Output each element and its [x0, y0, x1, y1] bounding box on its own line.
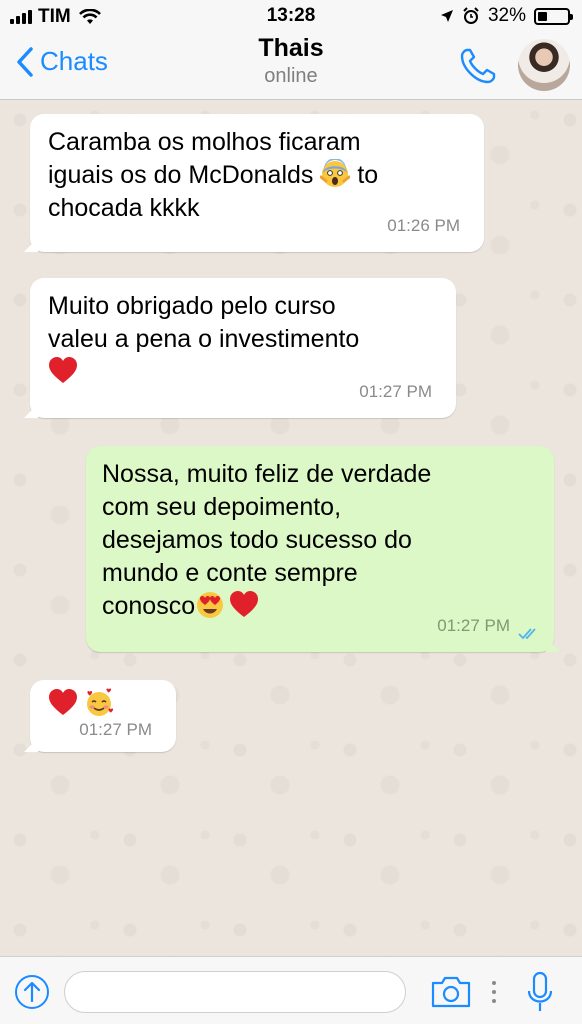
message-bubble-outgoing[interactable]: Nossa, muito feliz de verdade com seu de…: [86, 446, 560, 652]
composer-bar: [0, 956, 582, 1024]
message-time: 01:27 PM: [359, 382, 432, 401]
message-line: mundo e conte sempre: [102, 559, 358, 587]
double-check-icon: [518, 628, 536, 640]
message-line-with-emoji: iguais os do McDonalds to: [48, 159, 466, 192]
message-line: Nossa, muito feliz de verdade: [102, 460, 432, 488]
bubble-tail: [24, 238, 38, 252]
message-inline-text: to: [357, 161, 379, 189]
red-heart-emoji: [49, 689, 77, 715]
phone-icon[interactable]: [458, 46, 498, 86]
message-list[interactable]: Caramba os molhos ficaram iguais os do M…: [0, 100, 582, 956]
avatar[interactable]: [518, 39, 570, 91]
battery-fill: [538, 11, 547, 21]
message-time: 01:27 PM: [79, 720, 152, 739]
heart-eyes-emoji: [197, 592, 224, 618]
message-time: 01:26 PM: [387, 216, 460, 235]
message-time: 01:27 PM: [437, 616, 510, 635]
bubble-tail: [24, 404, 38, 418]
screaming-face-emoji: [320, 159, 351, 187]
message-bubble-incoming[interactable]: Muito obrigado pelo curso valeu a pena o…: [24, 278, 456, 418]
message-bubble-incoming[interactable]: Caramba os molhos ficaram iguais os do M…: [24, 114, 484, 252]
location-icon: [440, 10, 453, 22]
message-line: valeu a pena o investimento: [48, 325, 360, 353]
message-input[interactable]: [64, 971, 406, 1013]
red-heart-emoji: [230, 591, 259, 617]
upload-icon[interactable]: [14, 974, 50, 1010]
battery-percent: 32%: [487, 5, 526, 26]
status-right: 32%: [440, 5, 573, 27]
bubble-tail: [24, 738, 38, 752]
camera-icon[interactable]: [430, 975, 472, 1009]
message-line: desejamos todo sucesso do: [102, 526, 412, 554]
battery-icon: [534, 7, 573, 25]
message-line: iguais os do McDonalds: [48, 161, 314, 189]
message-line: Caramba os molhos ficaram: [48, 128, 361, 156]
alarm-icon: [463, 7, 479, 24]
more-dots-icon[interactable]: [490, 979, 498, 1005]
chat-header: Chats Thais online: [0, 32, 582, 100]
message-line: Muito obrigado pelo curso: [48, 292, 336, 320]
red-heart-emoji: [49, 357, 77, 383]
bubble-tail: [546, 638, 560, 652]
message-line: conosco: [102, 592, 196, 620]
status-bar: TIM 13:28 32%: [0, 0, 582, 32]
microphone-icon[interactable]: [526, 971, 554, 1013]
message-bubble-incoming[interactable]: 01:27 PM: [24, 680, 176, 752]
message-line: com seu depoimento,: [102, 493, 342, 521]
